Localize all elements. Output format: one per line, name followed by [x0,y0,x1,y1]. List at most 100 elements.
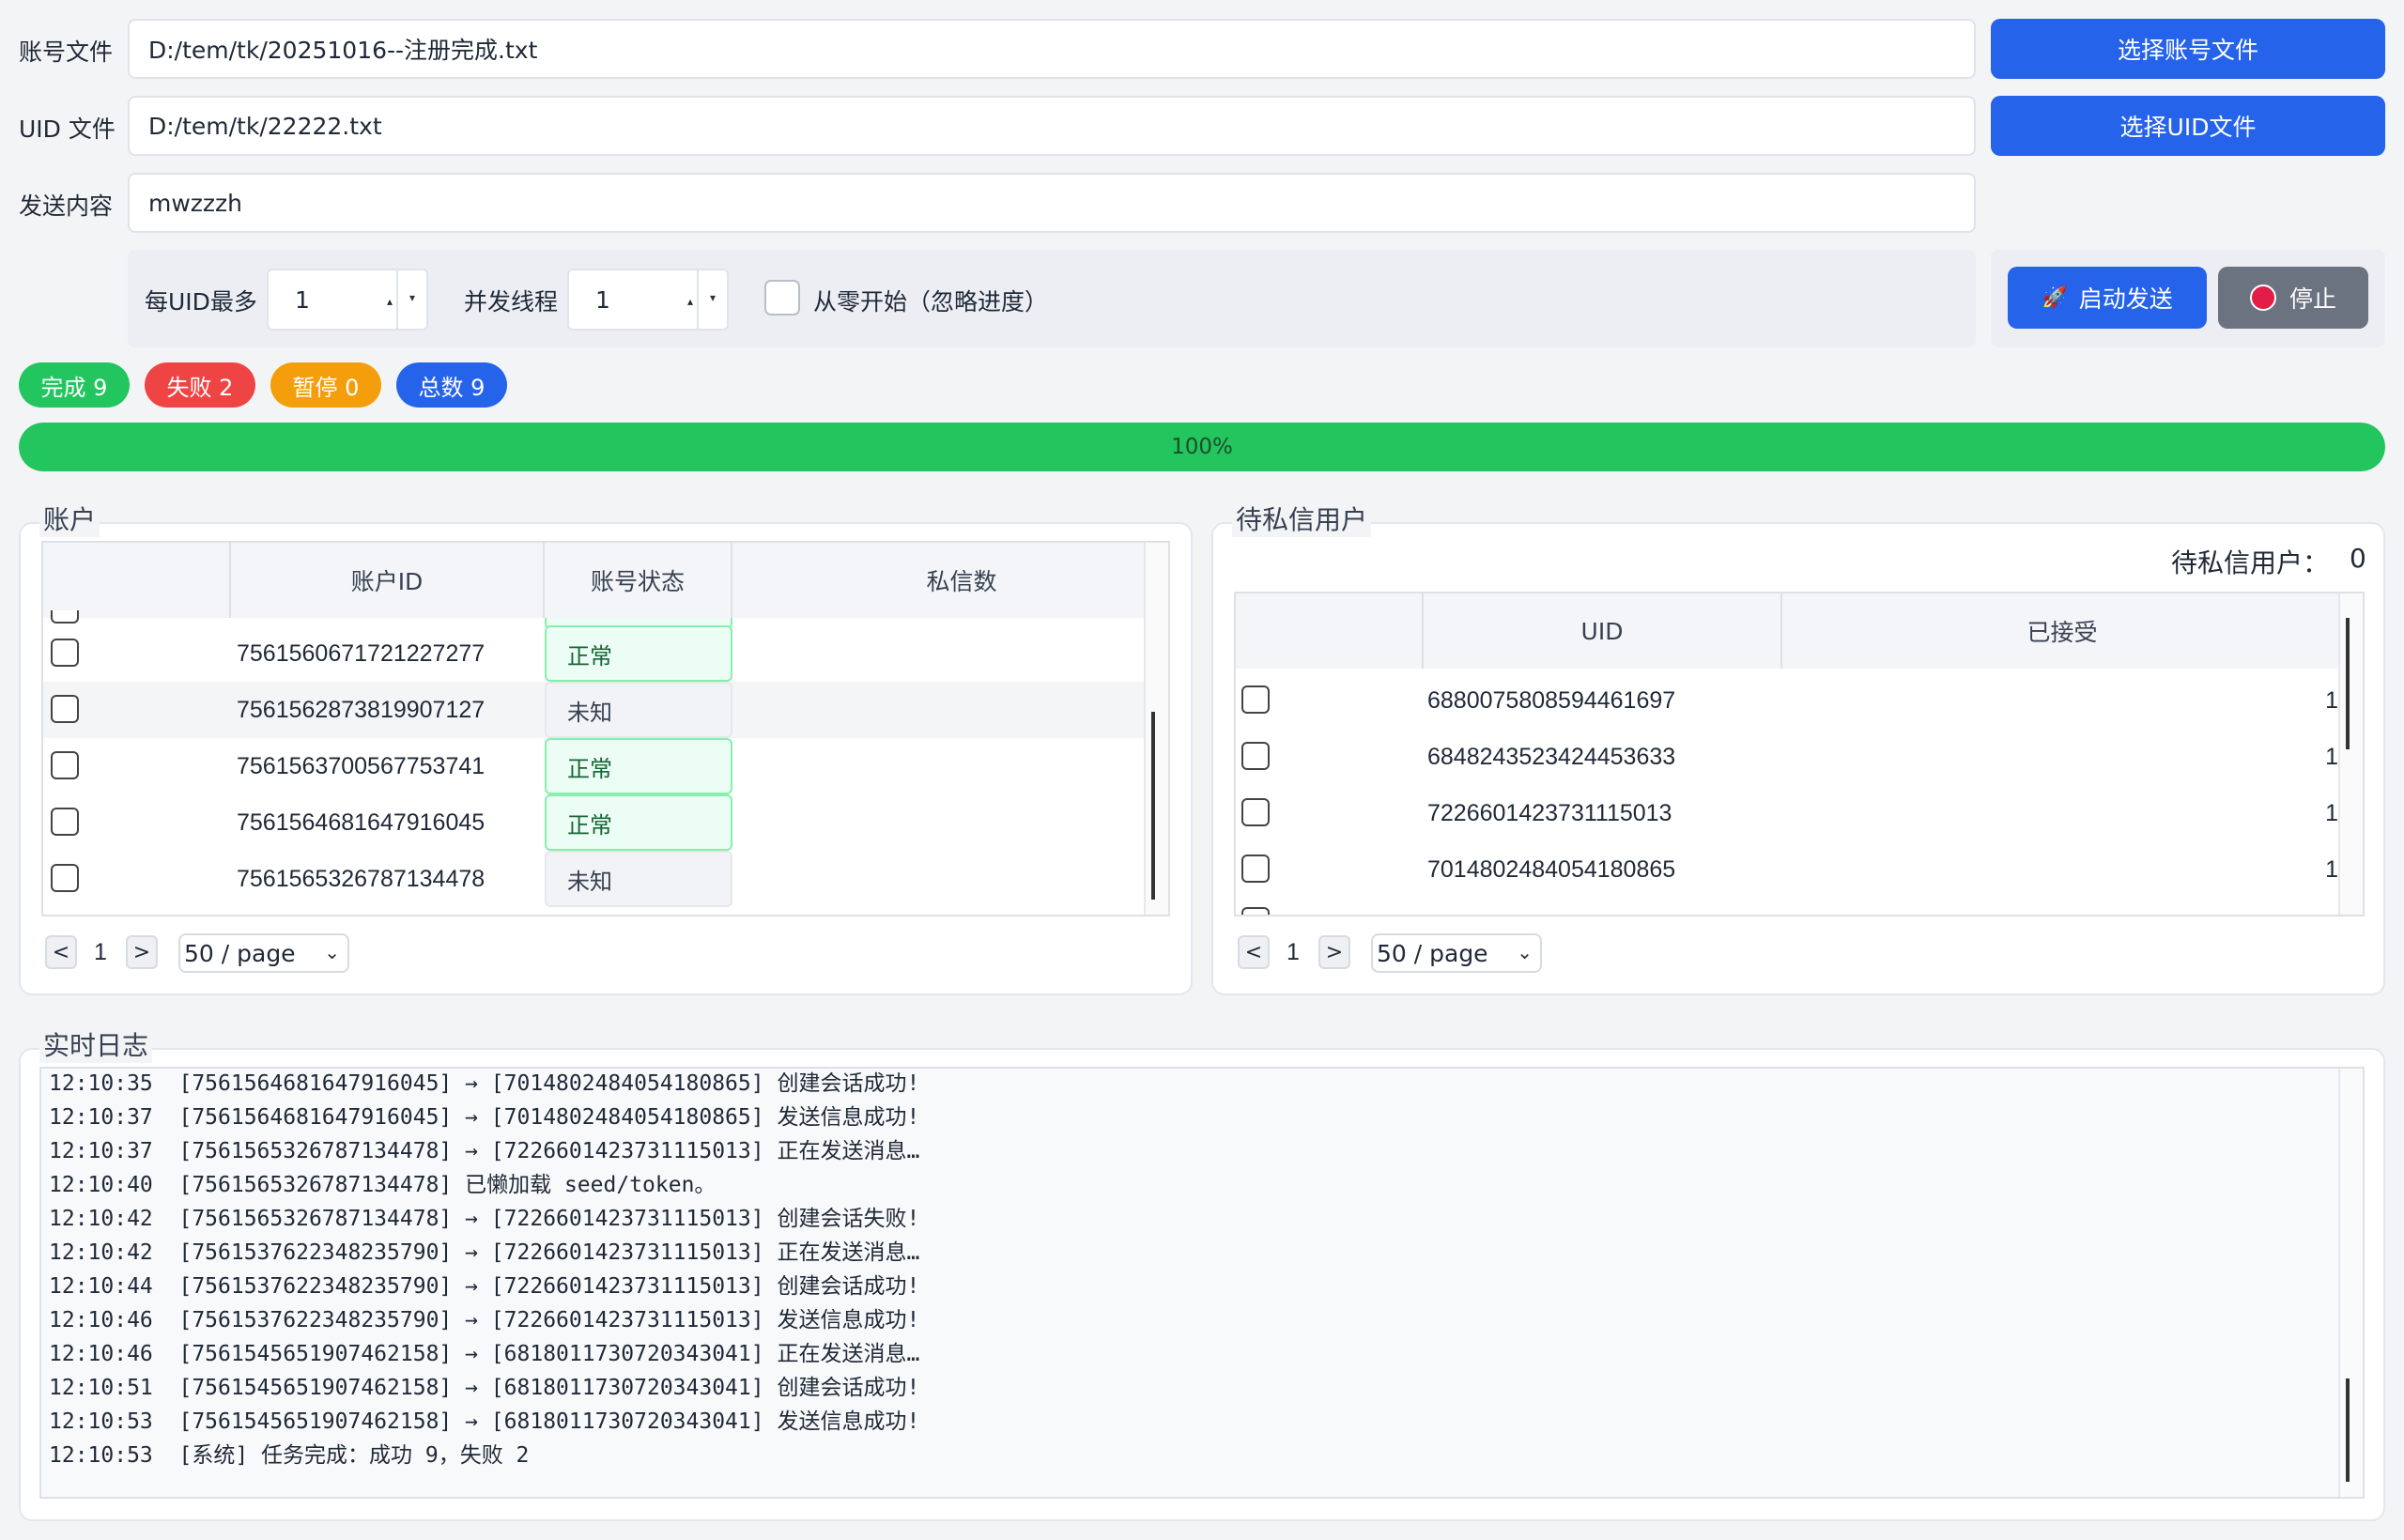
table-row[interactable]: 7561565326787134478 未知 0 [43,851,1168,907]
row-checkbox[interactable] [51,751,79,779]
progress-bar: 100% [19,423,2385,471]
log-line: 12:10:42 [7561537622348235790] → [722660… [49,1240,920,1265]
restart-checkbox[interactable] [764,280,800,316]
table-row[interactable]: 6880075808594461697 1 [1236,672,2342,729]
table-row[interactable]: 7561560671721227277 正常 1 [43,625,1168,682]
select-uid-file-button[interactable]: 选择UID文件 [1991,96,2385,156]
threads-stepper[interactable]: 1 ▴ ▾ [567,269,729,331]
start-send-label: 启动发送 [2078,285,2173,313]
column-header[interactable]: UID [1424,593,1782,669]
account-file-label: 账号文件 [19,38,114,66]
accounts-title: 账户 [39,500,100,537]
scrollbar-thumb[interactable] [1151,712,1155,900]
stop-button[interactable]: 停止 [2218,267,2368,329]
start-send-button[interactable]: 🚀 启动发送 [2008,267,2207,329]
table-row[interactable]: 7226601423731115013 1 [1236,785,2342,841]
content-label: 发送内容 [19,192,114,220]
pending-title: 待私信用户 [1232,500,1372,537]
uid-file-input[interactable]: D:/tem/tk/22222.txt [128,96,1976,156]
prev-page-button[interactable]: < [45,935,77,969]
column-header[interactable]: 已接受 [1782,593,2342,669]
page-size-value: 50 / page [184,939,296,967]
log-line: 12:10:37 [7561565326787134478] → [722660… [49,1139,920,1163]
log-line: 12:10:37 [7561564681647916045] → [701480… [49,1105,920,1130]
threads-value: 1 [595,285,610,314]
total-badge: 总数 9 [396,362,507,408]
status-badge: 正常 [545,794,732,851]
select-account-file-button[interactable]: 选择账号文件 [1991,19,2385,79]
uid: 7226601423731115013 [1427,799,1672,826]
decrement-icon[interactable]: ▾ [697,270,727,329]
row-checkbox[interactable] [1241,907,1270,915]
paused-badge: 暂停 0 [270,362,381,408]
page-number[interactable]: 1 [94,935,107,969]
max-per-uid-label: 每UID最多 [145,288,257,316]
page-number[interactable]: 1 [1287,935,1300,969]
status-badge: 未知 [545,682,732,738]
scrollbar-thumb[interactable] [2346,1378,2350,1482]
table-row[interactable]: 6848243523424453633 1 [1236,729,2342,785]
row-checkbox[interactable] [51,808,79,836]
decrement-icon[interactable]: ▾ [396,270,426,329]
done-badge: 完成 9 [19,362,130,408]
prev-page-button[interactable]: < [1238,935,1270,969]
row-checkbox[interactable] [1241,855,1270,883]
column-header[interactable]: 账号状态 [545,543,732,618]
row-checkbox[interactable] [1241,798,1270,826]
accepted-count: 1 [2325,855,2338,883]
column-header[interactable]: 私信数 [732,543,1168,618]
account-id: 7561565326787134478 [237,865,485,892]
select-header [1236,593,1424,669]
log-lines: 12:10:35 [7561564681647916045] → [701480… [49,1069,920,1472]
log-line: 12:10:51 [7561545651907462158] → [681801… [49,1376,920,1400]
log-line: 12:10:40 [7561565326787134478] 已懒加载 seed… [49,1173,717,1197]
uid-file-value: D:/tem/tk/22222.txt [148,112,382,140]
rocket-icon: 🚀 [2042,285,2068,310]
max-per-uid-value: 1 [295,285,310,314]
table-row[interactable]: 7014802484054180865 1 [1236,841,2342,898]
status-badge: 正常 [545,625,732,682]
scrollbar-thumb[interactable] [2346,618,2350,749]
increment-icon[interactable]: ▴ [387,295,393,308]
account-file-input[interactable]: D:/tem/tk/20251016--注册完成.txt [128,19,1976,79]
status-badge: 正常 [545,738,732,794]
account-id: 7561564681647916045 [237,808,485,836]
accepted-count: 1 [2325,686,2338,714]
row-checkbox[interactable] [51,610,79,624]
stop-icon [2249,285,2276,311]
accounts-table[interactable]: 账户ID 账号状态 私信数 7561560671721227277 正常 1 7… [41,541,1170,916]
accepted-count: 1 [2325,799,2338,826]
content-input[interactable]: mwzzzh [128,173,1976,233]
log-line: 12:10:46 [7561537622348235790] → [722660… [49,1308,920,1332]
row-checkbox[interactable] [51,639,79,667]
pending-count-label: 待私信用户： [2171,547,2330,578]
increment-icon[interactable]: ▴ [687,295,693,308]
row-checkbox[interactable] [51,864,79,892]
next-page-button[interactable]: > [1318,935,1350,969]
column-header[interactable]: 账户ID [231,543,545,618]
next-page-button[interactable]: > [126,935,158,969]
account-id: 7561562873819907127 [237,696,485,723]
table-row[interactable]: 7561564681647916045 正常 1 [43,794,1168,851]
table-row[interactable]: 7561563700567753741 正常 1 [43,738,1168,794]
row-checkbox[interactable] [51,695,79,723]
log-title: 实时日志 [39,1025,153,1063]
uid: 6848243523424453633 [1427,743,1676,770]
row-checkbox[interactable] [1241,742,1270,770]
table-row[interactable]: 7561562873819907127 未知 0 [43,682,1168,738]
uid: 7014802484054180865 [1427,855,1676,883]
content-value: mwzzzh [148,189,243,217]
log-view[interactable]: 12:10:35 [7561564681647916045] → [701480… [39,1067,2365,1499]
restart-label: 从零开始（忽略进度） [813,288,1049,316]
pending-table[interactable]: UID 已接受 6880075808594461697 1 6848243523… [1234,592,2365,916]
vertical-scrollbar[interactable] [2338,593,2363,915]
max-per-uid-stepper[interactable]: 1 ▴ ▾ [267,269,428,331]
row-checkbox[interactable] [1241,685,1270,714]
page-size-select[interactable]: 50 / page ⌄ [1371,933,1542,973]
page-size-select[interactable]: 50 / page ⌄ [178,933,349,973]
status-badge: 未知 [545,851,732,907]
vertical-scrollbar[interactable] [2338,1069,2363,1497]
vertical-scrollbar[interactable] [1144,543,1168,915]
threads-label: 并发线程 [464,288,559,316]
pending-count-value: 0 [2350,543,2366,574]
